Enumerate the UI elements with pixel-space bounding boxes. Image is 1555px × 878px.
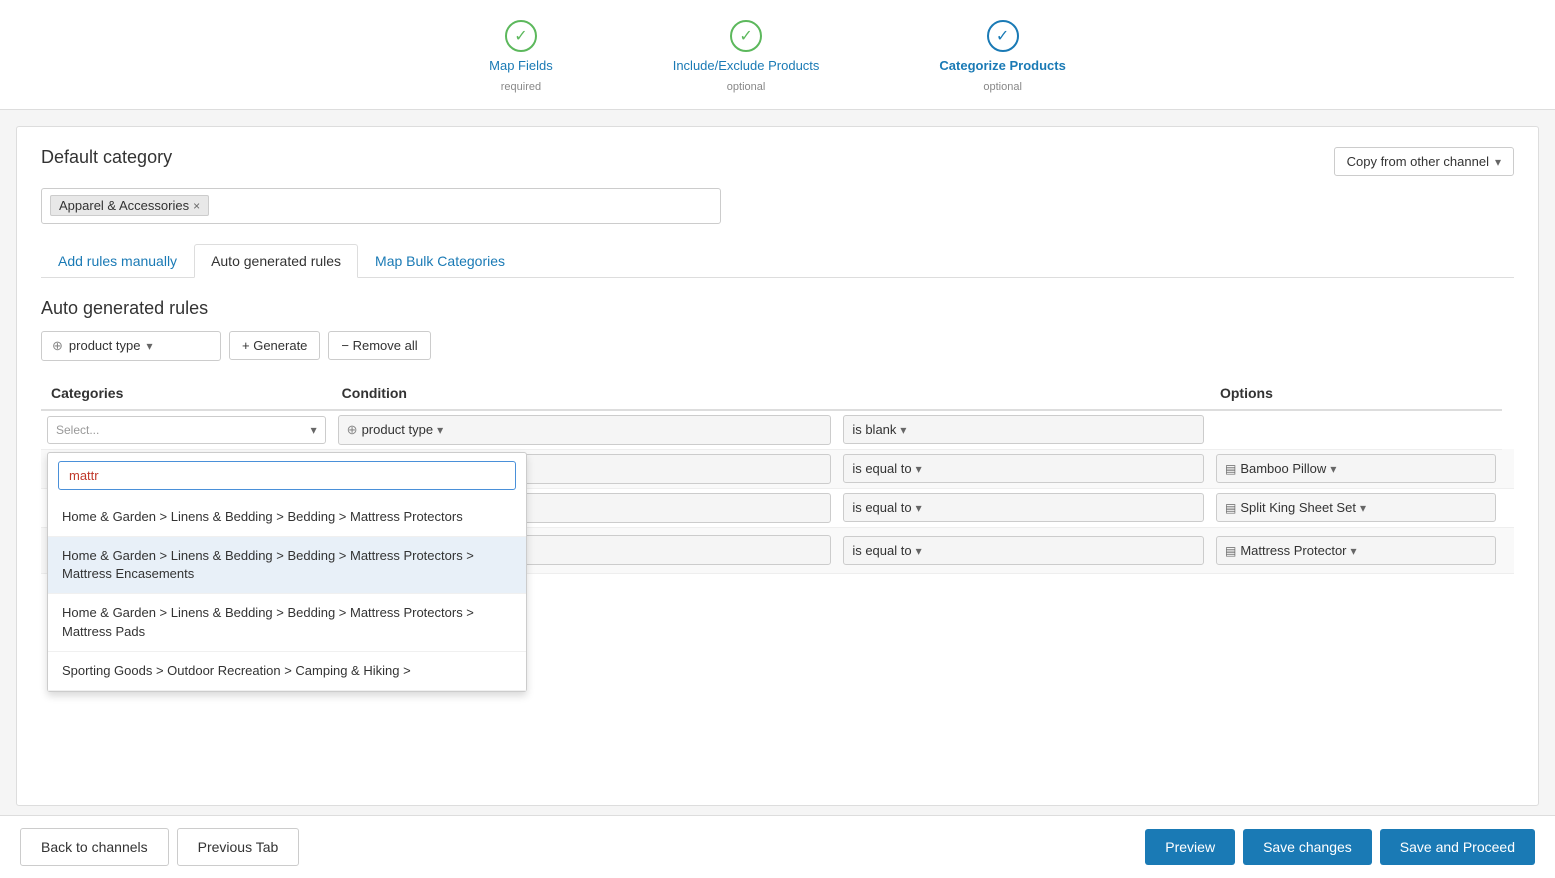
condition-op-select-4[interactable]: is equal to [843,536,1204,565]
tag-label: Apparel & Accessories [59,198,189,213]
back-to-channels-button[interactable]: Back to channels [20,828,169,866]
col-header-options: Options [1210,377,1502,410]
condition-op-select-2[interactable]: is equal to [843,454,1204,483]
cat-chevron-1 [311,423,317,437]
dropdown-item-2[interactable]: Home & Garden > Linens & Bedding > Beddi… [48,537,526,594]
db-icon-4 [1225,543,1236,558]
value-cell-4: Mattress Protector [1210,527,1502,573]
tab-map-bulk[interactable]: Map Bulk Categories [358,244,522,277]
options-cell-4 [1502,527,1514,573]
cond-op-chevron-3 [916,500,922,515]
auto-rules-heading: Auto generated rules [41,298,1514,319]
filter-icon [52,338,63,354]
db-icon-2 [1225,461,1236,476]
category-dropdown: Home & Garden > Linens & Bedding > Beddi… [47,452,527,692]
footer-left: Back to channels Previous Tab [20,828,299,866]
step-sublabel-map-fields: required [501,81,541,93]
dropdown-search-input[interactable] [58,461,516,490]
options-cell-1 [1210,410,1502,450]
cond-op-chevron-4 [916,543,922,558]
cond-op-chevron-1 [900,422,906,437]
tabs-container: Add rules manually Auto generated rules … [41,244,1514,278]
cond-op-val-4: is equal to [852,543,911,558]
product-type-chevron [146,338,152,353]
options-cell-3 [1502,488,1514,527]
condition-field-select-1[interactable]: product type [338,415,832,445]
value-select-3[interactable]: Split King Sheet Set [1216,493,1496,522]
section-header: Default category Copy from other channel [41,147,1514,176]
step-map-fields[interactable]: ✓ Map Fields required [489,20,553,93]
dropdown-item-4[interactable]: Sporting Goods > Outdoor Recreation > Ca… [48,652,526,691]
product-type-selector[interactable]: product type [41,331,221,361]
save-changes-button[interactable]: Save changes [1243,829,1372,865]
cond-field-val-1: product type [362,422,434,437]
value-label-2: Bamboo Pillow [1240,461,1326,476]
rules-table: Categories Condition Options Select... [41,377,1514,574]
category-select-1[interactable]: Select... [47,416,326,444]
cond-op-val-1: is blank [852,422,896,437]
default-category-input[interactable]: Apparel & Accessories × [41,188,721,224]
cond-op-val-2: is equal to [852,461,911,476]
step-label-include: Include/Exclude Products [673,58,820,75]
product-type-label: product type [69,338,141,353]
condition-op-cell-3: is equal to [837,488,1210,527]
tag-close-button[interactable]: × [193,199,200,213]
condition-op-select-3[interactable]: is equal to [843,493,1204,522]
generate-button[interactable]: + Generate [229,331,320,360]
step-icon-categorize: ✓ [987,20,1019,52]
main-content: Default category Copy from other channel… [16,126,1539,806]
category-tag: Apparel & Accessories × [50,195,209,216]
value-cell-2: Bamboo Pillow [1210,449,1502,488]
table-row: Select... Home & Garden > Linens & Beddi… [41,410,1514,450]
dropdown-item-1[interactable]: Home & Garden > Linens & Bedding > Beddi… [48,498,526,537]
options-cell-2 [1502,449,1514,488]
progress-bar: ✓ Map Fields required ✓ Include/Exclude … [0,0,1555,110]
tab-add-manually[interactable]: Add rules manually [41,244,194,277]
step-include-exclude[interactable]: ✓ Include/Exclude Products optional [673,20,820,93]
value-select-2[interactable]: Bamboo Pillow [1216,454,1496,483]
cond-field-chevron-1 [437,422,443,437]
cond-op-val-3: is equal to [852,500,911,515]
value-chevron-3 [1360,500,1366,515]
dropdown-item-3[interactable]: Home & Garden > Linens & Bedding > Beddi… [48,594,526,651]
value-select-4[interactable]: Mattress Protector [1216,536,1496,565]
value-label-4: Mattress Protector [1240,543,1346,558]
remove-all-button[interactable]: − Remove all [328,331,430,360]
step-sublabel-include: optional [727,81,766,93]
cond-op-chevron-2 [916,461,922,476]
category-value-1: Select... [56,423,99,437]
condition-op-cell-1: is blank [837,410,1210,450]
value-chevron-4 [1351,543,1357,558]
rules-controls: product type + Generate − Remove all [41,331,1514,361]
copy-channel-chevron [1495,154,1501,169]
value-chevron-2 [1330,461,1336,476]
footer: Back to channels Previous Tab Preview Sa… [0,815,1555,878]
footer-right: Preview Save changes Save and Proceed [1145,829,1535,865]
value-label-3: Split King Sheet Set [1240,500,1356,515]
db-icon-3 [1225,500,1236,515]
step-icon-include: ✓ [730,20,762,52]
value-cell-3: Split King Sheet Set [1210,488,1502,527]
save-and-proceed-button[interactable]: Save and Proceed [1380,829,1535,865]
step-sublabel-categorize: optional [983,81,1022,93]
condition-op-cell-2: is equal to [837,449,1210,488]
previous-tab-button[interactable]: Previous Tab [177,828,300,866]
preview-button[interactable]: Preview [1145,829,1235,865]
copy-channel-button[interactable]: Copy from other channel [1334,147,1514,176]
condition-field-cell-1: product type [332,410,838,450]
tab-auto-generated[interactable]: Auto generated rules [194,244,358,278]
col-header-condition: Condition [332,377,838,410]
step-label-map-fields: Map Fields [489,58,553,75]
condition-op-cell-4: is equal to [837,527,1210,573]
condition-op-select-1[interactable]: is blank [843,415,1204,444]
col-header-categories: Categories [41,377,332,410]
category-cell-1: Select... Home & Garden > Linens & Beddi… [41,410,332,450]
copy-channel-label: Copy from other channel [1347,154,1489,169]
col-header-empty [837,377,1210,410]
section-title: Default category [41,147,172,168]
step-label-categorize: Categorize Products [939,58,1065,75]
step-icon-map-fields: ✓ [505,20,537,52]
step-categorize[interactable]: ✓ Categorize Products optional [939,20,1065,93]
cond-filter-icon-1 [347,422,358,438]
